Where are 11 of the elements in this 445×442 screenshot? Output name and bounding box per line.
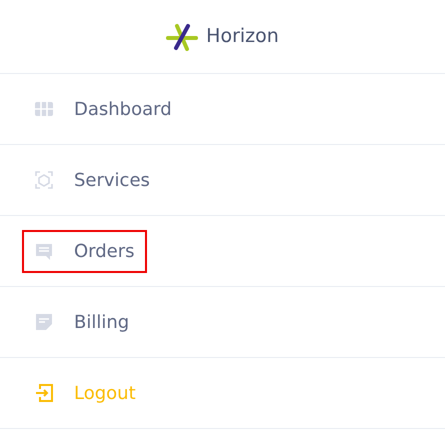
logo-icon [166, 22, 198, 50]
brand-name: Horizon [206, 24, 279, 50]
grid-icon [34, 99, 54, 119]
menu-link[interactable]: Services [22, 158, 162, 202]
chat-icon [34, 241, 54, 261]
menu-link[interactable]: Dashboard [22, 88, 184, 130]
logout-icon [34, 383, 54, 403]
menu-link[interactable]: Billing [22, 300, 142, 344]
cube-icon [34, 170, 54, 190]
note-icon [34, 312, 54, 332]
menu-link[interactable]: Orders [22, 230, 147, 272]
